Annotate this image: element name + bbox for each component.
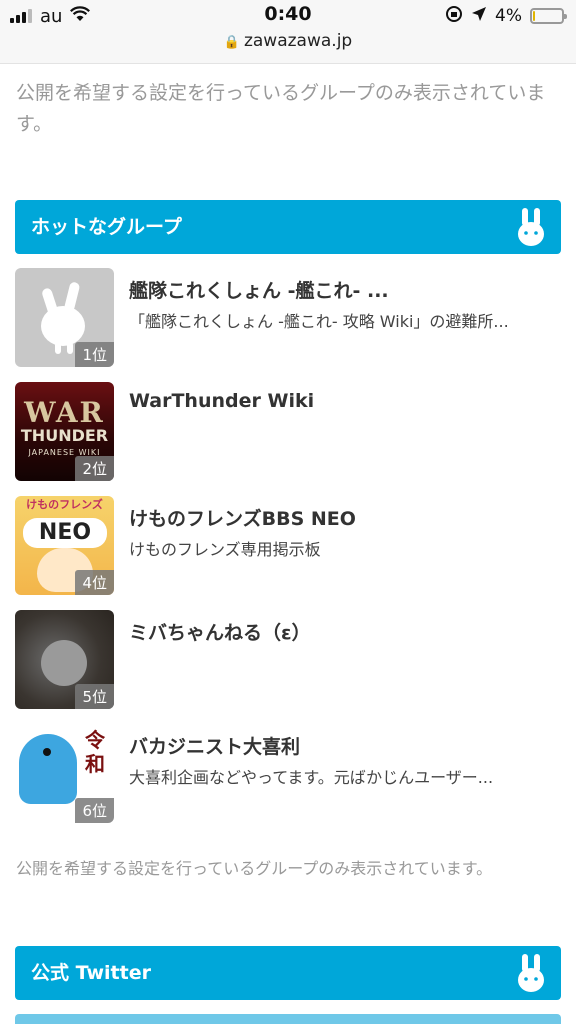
rank-badge: 2位: [75, 456, 114, 481]
group-thumbnail: 1位: [15, 268, 114, 367]
lock-icon: 🔒: [223, 35, 240, 50]
rank-badge: 1位: [75, 342, 114, 367]
location-icon: [471, 6, 487, 27]
status-right: 4%: [445, 5, 567, 28]
thumb-image: [41, 640, 87, 686]
group-item[interactable]: 5位 ミバちゃんねる（ε）: [15, 610, 561, 710]
group-item[interactable]: けものフレンズBBS NEO 4位 けものフレンズBBS NEO けものフレンズ…: [15, 496, 561, 596]
thumb-logo-text: NEO: [23, 518, 107, 548]
battery-icon: [530, 8, 567, 24]
group-thumbnail: けものフレンズBBS NEO 4位: [15, 496, 114, 595]
mascot-eye: [43, 748, 51, 756]
group-thumbnail: 5位: [15, 610, 114, 709]
group-item[interactable]: WAR THUNDER JAPANESE WIKI 2位 WarThunder …: [15, 382, 561, 482]
thumb-logo-text: THUNDER: [20, 426, 109, 445]
group-thumbnail: 令和 6位: [15, 724, 114, 823]
thumb-logo-text: WAR: [24, 396, 105, 429]
group-description: 「艦隊これくしょん -艦これ- 攻略 Wiki」の避難所...: [129, 312, 509, 331]
rotation-lock-icon: [445, 5, 463, 28]
thumb-logo-text: 令和: [85, 728, 105, 776]
group-name[interactable]: WarThunder Wiki: [129, 390, 561, 412]
group-thumbnail: WAR THUNDER JAPANESE WIKI 2位: [15, 382, 114, 481]
status-bar: au 0:40 4% 🔒 zawazawa.jp: [0, 0, 576, 64]
group-item[interactable]: 1位 艦隊これくしょん -艦これ- ... 「艦隊これくしょん -艦これ- 攻略…: [15, 268, 561, 368]
section-title: 公式 Twitter: [31, 962, 151, 984]
group-name[interactable]: けものフレンズBBS NEO: [129, 504, 561, 531]
group-name[interactable]: バカジニスト大喜利: [129, 732, 561, 759]
url-text: zawazawa.jp: [243, 31, 353, 51]
address-bar[interactable]: 🔒 zawazawa.jp: [0, 31, 576, 51]
rank-badge: 6位: [75, 798, 114, 823]
section-title: ホットなグループ: [31, 216, 182, 238]
thumb-logo-text: けものフレンズBBS: [26, 498, 103, 529]
rank-badge: 5位: [75, 684, 114, 709]
group-description: けものフレンズ専用掲示板: [129, 540, 321, 559]
dragon-mascot: [19, 734, 77, 804]
rank-badge: 4位: [75, 570, 114, 595]
bunny-icon: [518, 208, 544, 246]
twitter-header: 公式 Twitter: [15, 946, 561, 1000]
twitter-embed-edge: [15, 1014, 561, 1024]
visibility-notice: 公開を希望する設定を行っているグループのみ表示されています。: [16, 82, 546, 135]
group-description: 大喜利企画などやってます。元ばかじんユーザー...: [129, 768, 494, 787]
group-item[interactable]: 令和 6位 バカジニスト大喜利 大喜利企画などやってます。元ばかじんユーザー..…: [15, 724, 561, 824]
hot-groups-header: ホットなグループ: [15, 200, 561, 254]
group-name[interactable]: ミバちゃんねる（ε）: [129, 618, 561, 645]
visibility-notice: 公開を希望する設定を行っているグループのみ表示されています。: [16, 859, 493, 878]
bunny-icon: [518, 954, 544, 992]
battery-percent: 4%: [495, 6, 522, 26]
group-name[interactable]: 艦隊これくしょん -艦これ- ...: [129, 276, 561, 303]
